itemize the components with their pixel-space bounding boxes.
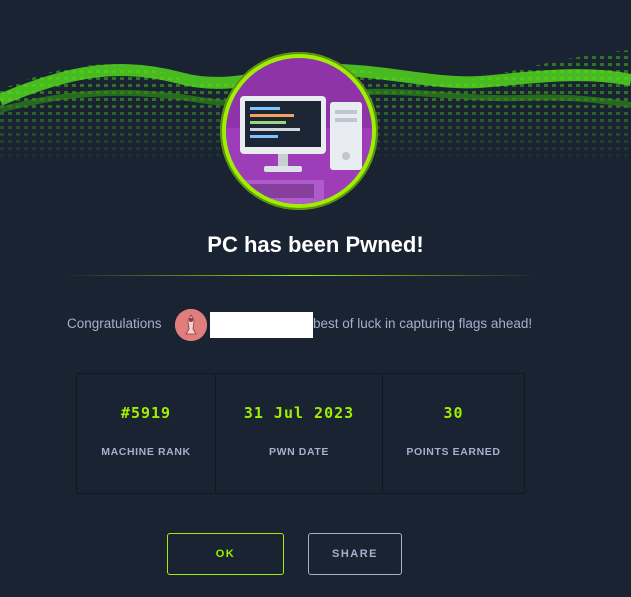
stat-machine-rank: #5919 MACHINE RANK [77, 374, 216, 493]
user-avatar [175, 309, 207, 341]
ok-button[interactable]: OK [167, 533, 284, 575]
pwned-title: PC has been Pwned! [207, 232, 424, 257]
redacted-username [210, 312, 313, 338]
stat-label: POINTS EARNED [406, 446, 501, 458]
stat-pwn-date: 31 Jul 2023 PWN DATE [216, 374, 383, 493]
machine-avatar [220, 52, 378, 210]
share-button[interactable]: SHARE [308, 533, 402, 575]
stat-points-earned: 30 POINTS EARNED [383, 374, 524, 493]
user-avatar-icon [175, 309, 207, 341]
stat-label: MACHINE RANK [101, 446, 191, 458]
computer-icon [226, 58, 372, 204]
stats-panel: #5919 MACHINE RANK 31 Jul 2023 PWN DATE … [76, 373, 525, 494]
divider [65, 275, 537, 276]
stat-value: 30 [443, 404, 464, 422]
stat-value: 31 Jul 2023 [243, 404, 355, 422]
stat-value: #5919 [120, 404, 172, 422]
congrats-message: best of luck in capturing flags ahead! [313, 316, 533, 331]
congrats-text: Congratulations [67, 316, 162, 331]
stat-label: PWN DATE [268, 446, 330, 458]
